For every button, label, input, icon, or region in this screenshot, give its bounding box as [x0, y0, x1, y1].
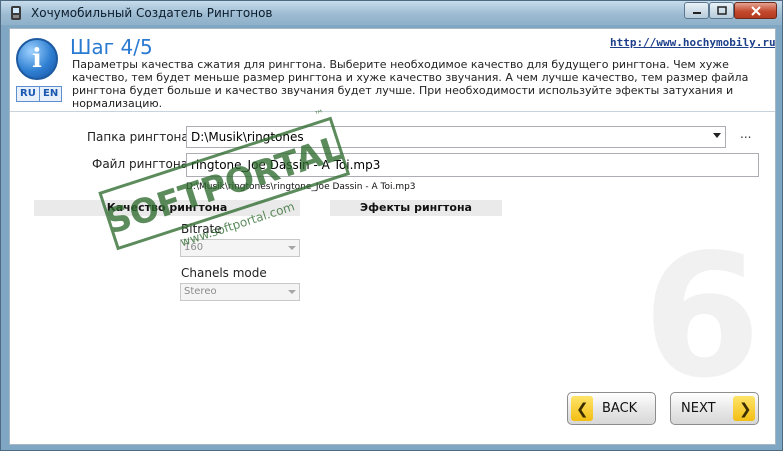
minimize-icon [692, 11, 701, 14]
title-bar[interactable]: Хочумобильный Создатель Рингтонов [1, 1, 782, 25]
full-path-preview: D:\Musik\ringtones\ringtone_Joe Dassin -… [186, 182, 416, 192]
step-description: Параметры качества сжатия для рингтона. … [72, 58, 749, 110]
channels-label: Chanels mode [181, 266, 267, 280]
step-watermark-graphic: 6 [642, 218, 761, 416]
channels-value: Stereo [184, 286, 217, 297]
file-name-input[interactable]: ringtone_Joe Dassin - A Toi.mp3 [186, 153, 759, 177]
chevron-down-icon [713, 133, 721, 138]
app-icon [11, 6, 21, 20]
channels-select[interactable]: Stereo [180, 283, 300, 301]
folder-value: D:\Musik\ringtones [191, 130, 304, 144]
step-title: Шаг 4/5 [70, 35, 153, 59]
info-icon: i [16, 38, 58, 80]
chevron-down-icon [288, 246, 296, 250]
close-button[interactable] [734, 2, 777, 19]
effects-section-header: Эфекты рингтона [330, 200, 502, 216]
folder-label: Папка рингтона [87, 130, 189, 144]
next-button[interactable]: NEXT ❯ [670, 392, 759, 425]
file-name-value: ringtone_Joe Dassin - A Toi.mp3 [191, 158, 381, 172]
next-arrow-icon: ❯ [733, 396, 755, 421]
wizard-body: 6 Папка рингтона D:\Musik\ringtones ... … [10, 108, 775, 444]
back-button-label: BACK [602, 401, 638, 416]
maximize-icon [716, 6, 727, 15]
wizard-header: i RU EN Шаг 4/5 http://www.hochymobily.r… [10, 29, 775, 112]
minimize-button[interactable] [684, 2, 709, 19]
bitrate-value: 160 [184, 242, 204, 253]
window-title: Хочумобильный Создатель Рингтонов [31, 6, 273, 20]
chevron-down-icon [288, 290, 296, 294]
app-window: Хочумобильный Создатель Рингтонов i RU E… [0, 0, 783, 451]
lang-en-button[interactable]: EN [39, 86, 63, 102]
folder-combobox[interactable]: D:\Musik\ringtones [186, 126, 726, 148]
back-arrow-icon: ❮ [571, 396, 593, 421]
bitrate-select[interactable]: 160 [180, 239, 300, 257]
maximize-button[interactable] [709, 2, 734, 19]
next-button-label: NEXT [681, 401, 716, 416]
wizard-client: i RU EN Шаг 4/5 http://www.hochymobily.r… [9, 28, 776, 445]
browse-button[interactable]: ... [740, 127, 751, 141]
close-icon [750, 5, 761, 16]
file-label: Файл рингтона [92, 157, 189, 171]
quality-section-header: Качество рингтона [34, 200, 300, 216]
bitrate-label: Bitrate [181, 222, 222, 236]
back-button[interactable]: ❮ BACK [567, 392, 656, 425]
lang-ru-button[interactable]: RU [16, 86, 40, 102]
site-link[interactable]: http://www.hochymobily.ru [610, 36, 775, 49]
